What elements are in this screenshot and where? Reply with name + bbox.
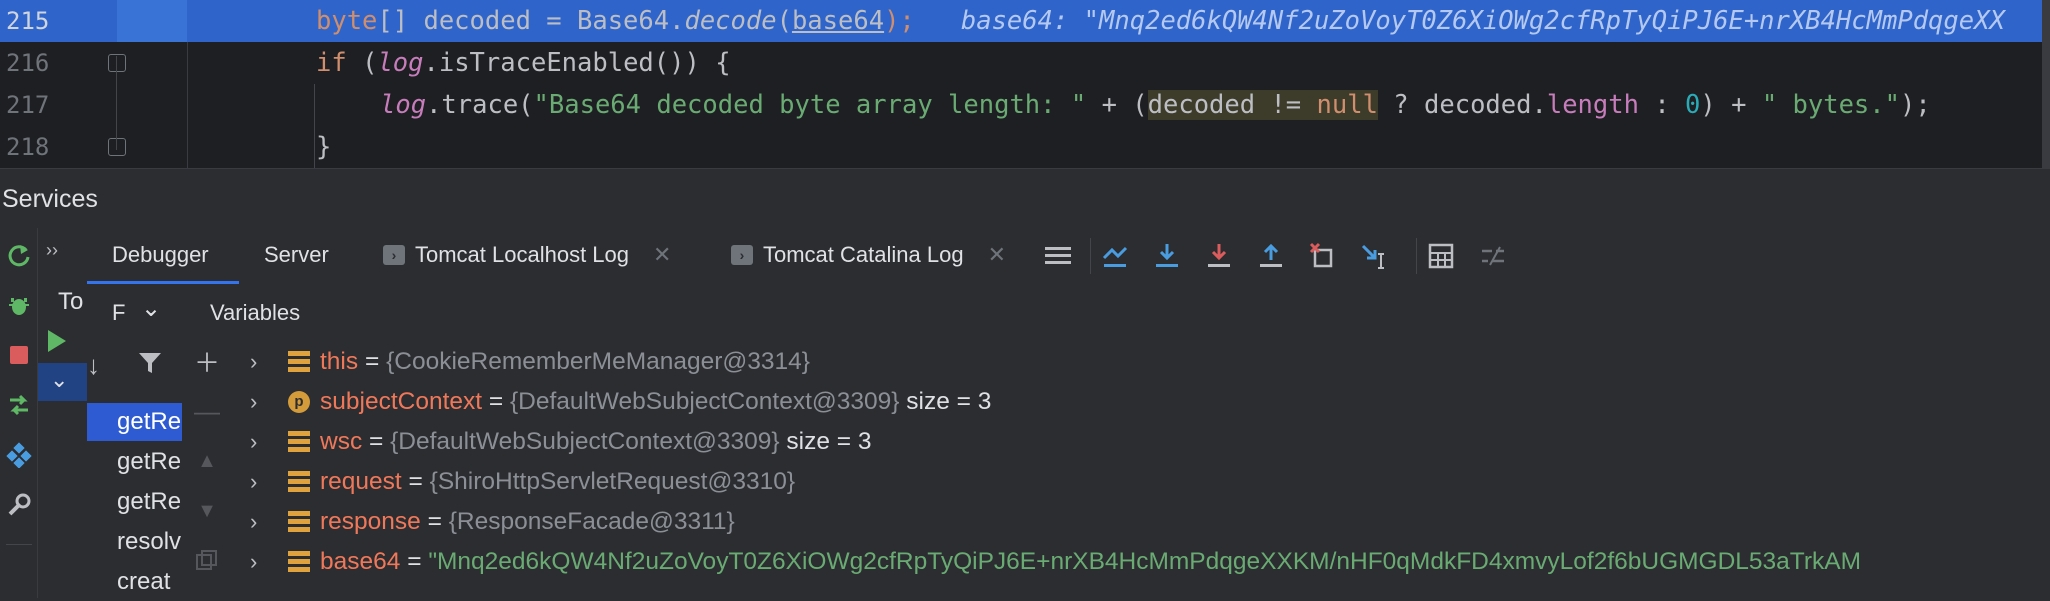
tab-tomcat-localhost-log[interactable]: › Tomcat Localhost Log ✕ [383,242,671,268]
toolbar-divider [6,544,32,545]
line-number: 215 [6,7,50,35]
tab-server[interactable]: Server [264,242,329,268]
expand-arrow-icon[interactable]: › [250,342,257,382]
line-number: 217 [6,91,50,119]
variable-row[interactable]: › wsc = {DefaultWebSubjectContext@3309} … [232,422,2050,462]
show-execution-point-icon[interactable] [1099,240,1131,272]
code-text: if (log.isTraceEnabled()) { [316,48,731,78]
evaluate-expression-icon[interactable] [1425,240,1457,272]
code-line[interactable]: 218 } [0,126,2050,168]
chevron-down-icon: ⌄ [50,367,69,392]
step-into-icon[interactable] [1203,240,1235,272]
chevron-down-icon[interactable]: ⌄ [141,294,161,323]
step-over-icon[interactable] [1151,240,1183,272]
duplicate-icon[interactable] [192,546,222,576]
variable-row[interactable]: › this = {CookieRememberMeManager@3314} [232,342,2050,382]
variables-tree[interactable]: › this = {CookieRememberMeManager@3314} … [232,340,2050,598]
tab-tomcat-catalina-log[interactable]: › Tomcat Catalina Log ✕ [731,242,1006,268]
field-icon [288,431,310,453]
close-icon[interactable]: ✕ [653,242,671,268]
expand-arrow-icon[interactable]: › [250,382,257,422]
expand-arrow-icon[interactable]: › [250,422,257,462]
move-down-icon[interactable]: ▼ [192,496,222,526]
variable-row[interactable]: › base64 = "Mnq2ed6kQW4Nf2uZoVoyT0Z6XiOW… [232,542,2050,582]
tab-debugger[interactable]: Debugger [112,242,209,268]
code-line-highlighted[interactable]: 215 byte[] decoded = Base64.decode(base6… [0,0,2050,42]
step-icon[interactable] [4,390,34,420]
frame-item[interactable]: creat [87,563,182,601]
console-icon: › [731,245,753,265]
move-up-icon[interactable]: ▲ [192,446,222,476]
expand-arrow-icon[interactable]: › [250,462,257,502]
code-line[interactable]: 217 log.trace("Base64 decoded byte array… [0,84,2050,126]
search-highlight: decoded != null [1147,90,1378,120]
services-icon[interactable] [4,440,34,470]
stop-icon[interactable] [4,340,34,370]
toolbar-separator [1416,238,1417,274]
fold-end-icon[interactable] [108,138,126,156]
services-title: Services [2,185,98,213]
line-number: 216 [6,49,50,77]
services-header: Services [0,168,2050,229]
tree-node-selected[interactable]: ⌄ [38,363,88,401]
drop-frame-icon[interactable] [1307,240,1339,272]
services-side-toolbar [0,228,37,598]
frame-item[interactable]: resolv [87,523,182,561]
fold-guide [116,56,117,150]
trace-icon[interactable] [1477,240,1509,272]
console-icon: › [383,245,405,265]
editor-scrollbar[interactable] [2042,0,2050,168]
line-number: 218 [6,133,50,161]
variables-header: Variables [182,284,2050,341]
variable-row[interactable]: › p subjectContext = {DefaultWebSubjectC… [232,382,2050,422]
frames-header-label: F [112,300,126,325]
step-out-icon[interactable] [1255,240,1287,272]
run-icon[interactable] [48,330,66,352]
variables-header-label: Variables [210,300,301,325]
wrench-icon[interactable] [4,490,34,520]
parameter-icon: p [288,391,310,413]
expand-icon[interactable]: ›› [46,240,58,261]
rerun-icon[interactable] [4,240,34,270]
inline-debug-value: base64: "Mnq2ed6kQW4Nf2uZoVoyT0Z6XiOWg2c… [960,6,2005,36]
frame-item[interactable]: getRe [87,483,182,521]
field-icon [288,471,310,493]
variable-row[interactable]: › response = {ResponseFacade@3311} [232,502,2050,542]
variables-side-toolbar: ＋ — ▲ ▼ [182,340,233,598]
remove-watch-icon[interactable]: — [192,396,222,426]
field-icon [288,551,310,573]
fold-icon[interactable] [108,54,126,72]
field-icon [288,511,310,533]
code-text: log.trace("Base64 decoded byte array len… [380,90,1931,120]
frames-header: F ⌄ [87,284,183,340]
code-text: byte[] decoded = Base64.decode(base64); … [316,6,2005,36]
add-watch-icon[interactable]: ＋ [192,346,222,378]
frames-toolbar: ↓ [87,340,182,396]
arrow-down-icon[interactable]: ↓ [87,350,100,381]
code-text: } [316,132,332,162]
frame-item-selected[interactable]: getRe [87,403,182,441]
debug-icon[interactable] [4,290,34,320]
frame-item[interactable]: getRe [87,443,182,481]
services-tree[interactable]: ›› To ⌄ [37,228,88,598]
close-icon[interactable]: ✕ [988,242,1006,268]
filter-icon[interactable] [137,350,163,381]
expand-arrow-icon[interactable]: › [250,502,257,542]
variable-row[interactable]: › request = {ShiroHttpServletRequest@331… [232,462,2050,502]
menu-icon[interactable] [1042,240,1074,272]
run-to-cursor-icon[interactable] [1359,240,1391,272]
gutter-highlight [117,0,187,42]
frames-list[interactable]: ↓ getRe getRe getRe resolv creat [87,340,183,598]
code-editor[interactable]: 215 byte[] decoded = Base64.decode(base6… [0,0,2050,168]
field-icon [288,351,310,373]
debugger-tabs: Debugger Server › Tomcat Localhost Log ✕… [87,228,2050,285]
code-line[interactable]: 216 if (log.isTraceEnabled()) { [0,42,2050,84]
toolbar-separator [1090,238,1091,274]
indent-guide [314,84,315,168]
expand-arrow-icon[interactable]: › [250,542,257,582]
tree-node-label[interactable]: To [58,288,83,316]
